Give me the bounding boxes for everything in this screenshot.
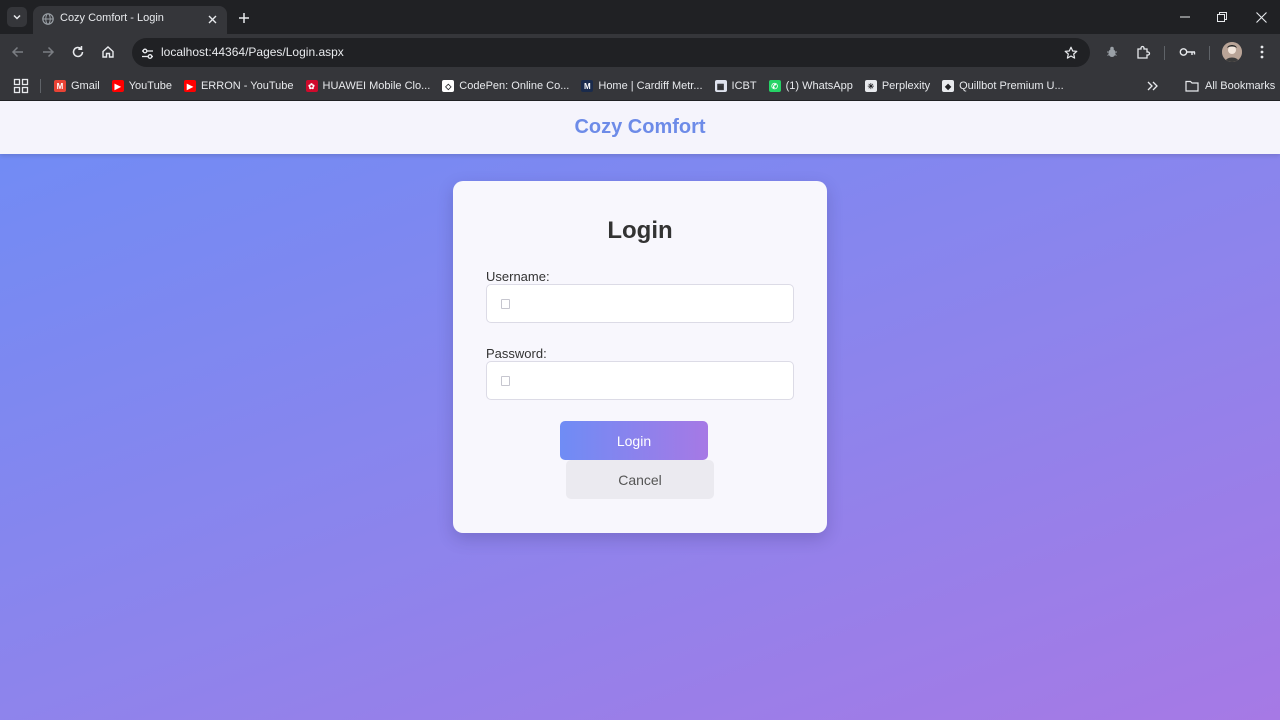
toolbar-divider — [1209, 46, 1210, 60]
password-input[interactable] — [486, 361, 794, 400]
chrome-menu-button[interactable] — [1252, 42, 1272, 62]
gmail-icon: M — [54, 80, 66, 92]
bookmark-list: M Gmail ▶ YouTube ▶ ERRON - YouTube ✿ HUAWEI Mo… — [48, 71, 1070, 101]
forward-button[interactable] — [38, 42, 58, 62]
cancel-button[interactable]: Cancel — [566, 460, 714, 499]
youtube-icon: ▶ — [111, 80, 124, 92]
site-title: Cozy Comfort — [574, 116, 706, 138]
site-info-button[interactable] — [137, 43, 157, 63]
arrow-right-icon — [43, 46, 55, 58]
tab-strip: Cozy Comfort - Login — [0, 0, 1280, 34]
folder-icon — [1185, 80, 1199, 92]
bookmark-label: YouTube — [128, 80, 172, 92]
bookmark-item[interactable]: ▶ ERRON - YouTube — [178, 75, 300, 97]
more-vertical-icon — [1260, 45, 1264, 59]
bookmark-item[interactable]: ✳ Perplexity — [859, 75, 936, 97]
icbt-icon: ▦ — [714, 80, 727, 92]
cardiff-met-icon: M — [581, 80, 594, 92]
codepen-icon: ◇ — [442, 80, 455, 92]
active-tab[interactable]: Cozy Comfort - Login — [33, 6, 227, 34]
tab-title: Cozy Comfort - Login — [60, 12, 164, 24]
browser-toolbar: localhost:44364/Pages/Login.aspx — [0, 34, 1280, 71]
bookmark-label: CodePen: Online Co... — [459, 80, 570, 92]
tune-icon — [141, 48, 153, 59]
password-label: Password: — [486, 346, 547, 361]
restore-icon — [1217, 12, 1227, 22]
all-bookmarks-button[interactable]: All Bookmarks — [1185, 75, 1275, 97]
close-icon — [208, 15, 216, 23]
minimize-icon — [1180, 16, 1190, 18]
reload-icon — [72, 46, 84, 58]
more-bookmarks-button[interactable] — [1144, 78, 1160, 94]
login-button[interactable]: Login — [560, 421, 708, 460]
bookmark-item[interactable]: ◇ CodePen: Online Co... — [436, 75, 575, 97]
bookmark-item[interactable]: ✿ HUAWEI Mobile Clo... — [300, 75, 437, 97]
bookmarks-divider — [40, 79, 41, 93]
youtube-icon: ▶ — [183, 80, 196, 92]
bookmark-item[interactable]: ◆ Quillbot Premium U... — [936, 75, 1070, 97]
extension-button[interactable] — [1102, 42, 1122, 62]
username-input[interactable] — [486, 284, 794, 323]
home-icon — [102, 46, 114, 58]
arrow-left-icon — [11, 46, 23, 58]
puzzle-icon — [1136, 45, 1150, 59]
bookmark-label: ICBT — [731, 80, 757, 92]
restore-button[interactable] — [1212, 8, 1232, 26]
bookmark-label: Home | Cardiff Metr... — [598, 80, 703, 92]
chevron-down-icon — [13, 14, 21, 20]
close-window-button[interactable] — [1251, 8, 1271, 26]
plus-icon — [239, 13, 249, 23]
address-bar[interactable]: localhost:44364/Pages/Login.aspx — [132, 38, 1090, 67]
login-card: Login Username: Password: Login Cancel — [453, 181, 827, 533]
bookmark-label: (1) WhatsApp — [785, 80, 853, 92]
home-button[interactable] — [98, 42, 118, 62]
url-text[interactable]: localhost:44364/Pages/Login.aspx — [161, 45, 344, 59]
quillbot-icon: ◆ — [942, 80, 955, 92]
extension-bug-icon — [1107, 46, 1117, 57]
login-heading: Login — [607, 217, 673, 244]
bookmark-label: ERRON - YouTube — [200, 80, 294, 92]
page-viewport: Cozy Comfort Login Username: Password: L… — [0, 101, 1280, 720]
minimize-button[interactable] — [1175, 8, 1195, 26]
new-tab-button[interactable] — [235, 9, 253, 27]
close-icon — [1255, 11, 1267, 23]
bookmark-star-button[interactable] — [1062, 44, 1080, 62]
tab-close-button[interactable] — [205, 12, 219, 26]
double-chevron-right-icon — [1147, 81, 1158, 91]
bookmark-label: Perplexity — [881, 80, 931, 92]
apps-grid-icon[interactable] — [13, 78, 29, 94]
huawei-icon: ✿ — [305, 80, 318, 92]
site-header: Cozy Comfort — [0, 101, 1280, 154]
bookmark-item[interactable]: M Gmail — [48, 75, 106, 97]
bookmark-item[interactable]: ✆ (1) WhatsApp — [763, 75, 859, 97]
perplexity-icon: ✳ — [864, 80, 877, 92]
bookmark-item[interactable]: ▦ ICBT — [709, 75, 763, 97]
extensions-menu-button[interactable] — [1133, 42, 1153, 62]
key-icon — [1179, 48, 1195, 56]
bookmark-item[interactable]: M Home | Cardiff Metr... — [575, 75, 708, 97]
bookmark-label: Gmail — [71, 80, 100, 92]
bookmarks-bar: M Gmail ▶ YouTube ▶ ERRON - YouTube ✿ HUAWEI Mo… — [0, 71, 1280, 101]
whatsapp-icon: ✆ — [768, 80, 781, 92]
bookmark-label: HUAWEI Mobile Clo... — [322, 80, 431, 92]
bookmark-label: Quillbot Premium U... — [959, 80, 1064, 92]
all-bookmarks-label: All Bookmarks — [1205, 80, 1276, 92]
username-label: Username: — [486, 269, 550, 284]
profile-avatar[interactable] — [1222, 42, 1242, 62]
toolbar-divider — [1164, 46, 1165, 60]
reload-button[interactable] — [68, 42, 88, 62]
bookmark-item[interactable]: ▶ YouTube — [106, 75, 178, 97]
tab-search-button[interactable] — [7, 7, 27, 27]
password-manager-button[interactable] — [1177, 42, 1197, 62]
globe-icon — [42, 13, 54, 25]
star-icon — [1064, 46, 1078, 59]
back-button[interactable] — [8, 42, 28, 62]
avatar-icon — [1222, 42, 1242, 62]
